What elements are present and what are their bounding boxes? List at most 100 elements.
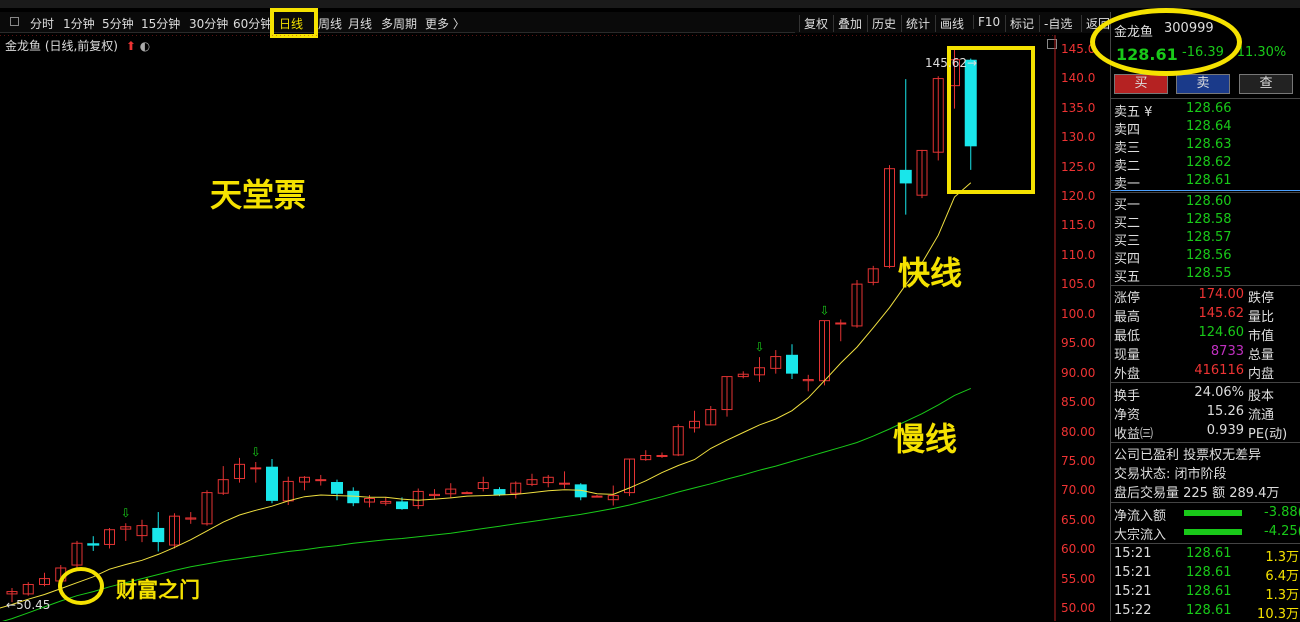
ask-row: 卖五 ¥ 128.66 [1114,101,1300,120]
tool-3[interactable]: 统计 [901,15,930,32]
ask-label: 卖五 ¥ [1114,105,1153,120]
bid-price: 128.55 [1186,266,1232,281]
chart-tools-bar: 复权 叠加 历史 统计 画线 F10 标记 -自选 返回 [795,12,1110,33]
y-tick-label: 75.00 [1061,453,1096,468]
bid-label: 买五 [1114,270,1141,285]
bid-row: 买五 128.55 [1114,266,1300,285]
net-inflow-row: 净流入额 -3.88( [1114,505,1300,524]
tick-row: 15:21 128.61 6.4万 [1114,565,1300,584]
down-arrow-marker-icon: ⇩ [820,304,830,318]
candle-body-up [656,455,668,458]
bid-price: 128.57 [1186,230,1232,245]
tool-0[interactable]: 复权 [799,15,828,32]
divider [1111,442,1300,443]
stat-label: 外盘 [1114,367,1141,382]
ask-price: 128.62 [1186,155,1232,170]
ask-row: 卖三 128.63 [1114,137,1300,156]
bid-label: 买四 [1114,252,1141,267]
net-inflow-label: 净流入额 [1114,509,1167,524]
stat-label-2: 内盘 [1248,367,1275,382]
tool-7[interactable]: -自选 [1039,15,1072,32]
notice-text: 公司已盈利 投票权无差异 [1114,448,1262,463]
status-row: 交易状态: 闭市阶段 [1114,463,1300,482]
stat-value: 145.62 [1198,306,1245,321]
bid-row: 买三 128.57 [1114,230,1300,249]
y-tick-label: 70.00 [1061,483,1096,498]
period-1[interactable]: 1分钟 [63,15,95,32]
tick-volume: 6.4万 [1265,569,1299,584]
y-tick-label: 50.00 [1061,601,1096,616]
buy-button[interactable]: 买 [1114,74,1168,94]
ask-row: 卖二 128.62 [1114,155,1300,174]
period-2[interactable]: 5分钟 [102,15,134,32]
candle-body-up [835,322,847,325]
candle-body-down [347,490,360,504]
stat-label: 净资 [1114,408,1141,423]
bid-price: 128.56 [1186,248,1232,263]
divider [1111,543,1300,544]
stat-label: 收益㈢ [1114,427,1154,442]
stat-row: 外盘 416116 内盘 [1114,363,1300,382]
period-7[interactable]: 周线 [318,15,342,32]
tool-4[interactable]: 画线 [935,15,964,32]
candle-body-down [786,354,798,374]
bid-label: 买三 [1114,234,1141,249]
tool-2[interactable]: 历史 [867,15,896,32]
divider [1111,382,1300,383]
bid-row: 买四 128.56 [1114,248,1300,267]
ask-price: 128.61 [1186,173,1232,188]
stat-value: 24.06% [1194,385,1244,400]
stat-label-2: 市值 [1248,329,1275,344]
candlestick-chart[interactable]: ⇩ ⇩ ⇩ ⇩ [0,35,1110,621]
big-inflow-row: 大宗流入 -4.25( [1114,524,1300,543]
tick-volume: 1.3万 [1265,588,1299,603]
down-arrow-marker-icon: ⇩ [251,445,261,459]
ask-label: 卖三 [1114,141,1141,156]
toolbar-toggle-icon[interactable] [10,17,19,26]
quote-panel: 金龙鱼 300999 128.61 -16.39 -11.30% 买卖查卖五 ¥128.6… [1110,12,1300,622]
y-tick-label: 100.0 [1061,306,1096,321]
after-hours-row: 盘后交易量 225 额 289.4万 [1114,482,1300,501]
sell-button[interactable]: 卖 [1176,74,1230,94]
bid-label: 买二 [1114,216,1141,231]
tool-5[interactable]: F10 [973,15,1000,29]
y-tick-label: 95.00 [1061,336,1096,351]
period-10[interactable]: 更多 〉 [425,15,465,32]
period-0[interactable]: 分时 [30,15,54,32]
tick-time: 15:21 [1114,546,1152,561]
tool-6[interactable]: 标记 [1005,15,1034,32]
ask-price: 128.63 [1186,137,1232,152]
stat-row: 最高 145.62 量比 [1114,306,1300,325]
period-8[interactable]: 月线 [348,15,372,32]
after-hours-text: 盘后交易量 225 额 289.4万 [1114,486,1280,501]
divider [1111,192,1300,193]
period-3[interactable]: 15分钟 [141,15,180,32]
query-button[interactable]: 查 [1239,74,1293,94]
y-tick-label: 110.0 [1061,247,1096,262]
fast-ma-line [0,182,972,609]
candle-body-up [315,479,327,482]
low-price-label: ←50.45 [6,598,51,612]
broker-logo: CURITIES [0,0,28,1]
candle-body-up [591,495,603,498]
stat-label: 最低 [1114,329,1141,344]
stat-value: 8733 [1210,344,1244,359]
y-tick-label: 115.0 [1061,218,1096,233]
tick-price: 128.61 [1186,565,1232,580]
stat-label: 现量 [1114,348,1141,363]
period-9[interactable]: 多周期 [381,15,417,32]
ask-price: 128.66 [1186,101,1232,116]
ask-label: 卖二 [1114,159,1141,174]
annotation-slow-line: 慢线 [893,420,958,458]
ask-price: 128.64 [1186,119,1232,134]
top-menu-bar: CURITIES [0,0,1300,8]
stat-value: 0.939 [1206,423,1244,438]
y-tick-label: 105.0 [1061,277,1096,292]
y-tick-label: 130.0 [1061,130,1096,145]
tool-1[interactable]: 叠加 [833,15,862,32]
period-4[interactable]: 30分钟 [189,15,228,32]
bid-row: 买一 128.60 [1114,194,1300,213]
candle-body-down [152,527,165,543]
period-5[interactable]: 60分钟 [233,15,272,32]
big-inflow-value: -4.25( [1264,524,1300,539]
